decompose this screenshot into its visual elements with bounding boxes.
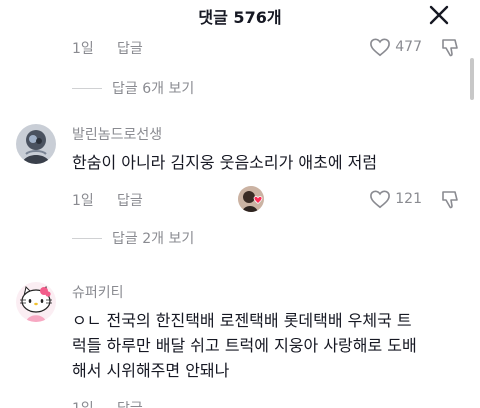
avatar[interactable] [16,124,56,164]
scrollbar[interactable] [470,58,474,100]
like-button[interactable]: 477 [369,37,422,57]
comment-text-line: ㅇㄴ 전국의 한진택배 로젠택배 롯데택배 우체국 트 [72,311,412,330]
creator-liked-sticker-icon [238,186,264,212]
comment-text: ㅇㄴ 전국의 한진택배 로젠택배 롯데택배 우체국 트 럭들 하루만 배달 쉬고… [72,308,417,383]
comment-text-line: 해서 시위해주면 안돼나 [72,361,230,380]
close-button[interactable] [428,4,450,26]
comment-text-line: 럭들 하루만 배달 쉬고 트럭에 지웅아 사랑해로 도배 [72,336,417,355]
creator-liked-sticker [238,186,264,212]
view-replies-label: 답글 2개 보기 [112,231,195,247]
hello-kitty-avatar-icon [16,282,56,322]
view-replies-label: 답글 6개 보기 [112,81,195,97]
comment-meta-row: 1일 답글 [72,398,462,408]
comment-date: 1일 [72,41,94,57]
thumbs-down-icon [442,39,458,57]
divider-line [72,87,102,89]
comments-count-title: 댓글 576개 [198,8,282,27]
reply-button[interactable]: 답글 [117,190,143,210]
comment-date: 1일 [72,193,94,209]
reply-button[interactable]: 답글 [117,38,143,58]
comment-meta-row: 1일 답글 121 [72,186,462,212]
comments-header: 댓글 576개 [0,0,480,34]
like-count: 477 [395,39,422,55]
comment-item: 슈퍼키티 ㅇㄴ 전국의 한진택배 로젠택배 롯데택배 우체국 트 럭들 하루만 … [16,282,466,392]
username[interactable]: 발린놈드로선생 [72,124,162,144]
comment-text: 한숨이 아니라 김지웅 웃음소리가 애초에 저럼 [72,153,378,172]
user-avatar-icon [16,124,56,164]
comment-date: 1일 [72,398,94,408]
dislike-button[interactable] [440,190,460,214]
username[interactable]: 슈퍼키티 [72,282,124,302]
thumbs-down-icon [442,191,458,209]
dislike-button[interactable] [440,38,460,62]
view-replies-button[interactable]: 답글 2개 보기 [72,228,194,248]
view-replies-button[interactable]: 답글 6개 보기 [72,78,194,98]
reply-button[interactable]: 답글 [117,398,143,408]
comment-meta-row: 1일 답글 477 [72,38,462,58]
like-button[interactable]: 121 [369,189,422,209]
avatar[interactable] [16,282,56,322]
divider-line [72,237,102,239]
heart-outline-icon [370,38,391,57]
close-icon [429,5,449,25]
heart-outline-icon [370,190,391,209]
like-count: 121 [395,191,422,207]
